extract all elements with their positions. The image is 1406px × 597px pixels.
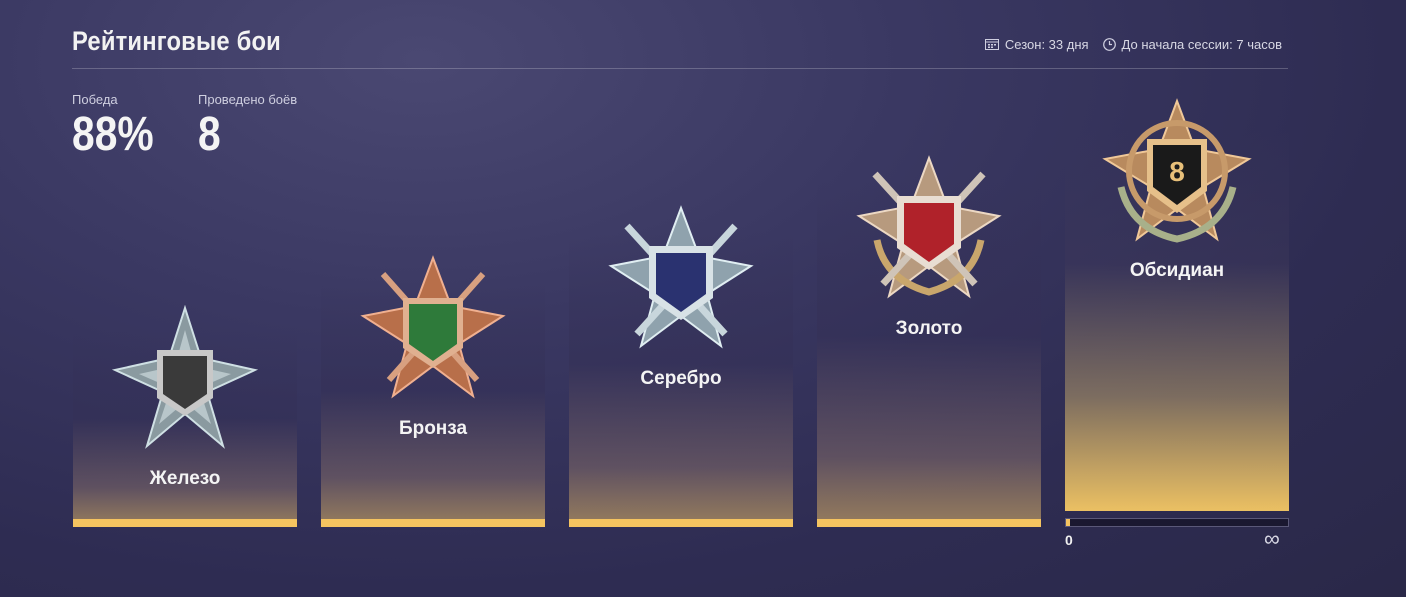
battles-value: 8 bbox=[198, 108, 221, 161]
league-progress-bar bbox=[73, 519, 297, 527]
league-name: Золото bbox=[895, 318, 963, 339]
clock-icon bbox=[1102, 38, 1116, 51]
obsidian-league-badge-icon: 8 bbox=[1102, 98, 1252, 243]
league-card-bronze[interactable]: Бронза bbox=[321, 255, 545, 527]
page-title: Рейтинговые бои bbox=[72, 26, 281, 56]
calendar-icon bbox=[984, 39, 999, 50]
title-divider bbox=[72, 68, 1288, 69]
league-progress-bar bbox=[569, 519, 793, 527]
bronze-league-badge-icon bbox=[360, 255, 506, 399]
progress-min-label: 0 bbox=[1065, 532, 1073, 548]
gold-league-badge-icon bbox=[856, 155, 1002, 299]
silver-league-badge-icon bbox=[608, 205, 754, 349]
league-name: Бронза bbox=[398, 418, 468, 439]
battles-label: Проведено боёв bbox=[198, 92, 298, 107]
league-name: Обсидиан bbox=[1129, 260, 1225, 281]
header-meta: Сезон: 33 дня До начала сессии: 7 часов bbox=[984, 37, 1282, 52]
obsidian-badge-number: 8 bbox=[1169, 156, 1185, 187]
league-name: Железо bbox=[149, 468, 221, 489]
league-card-silver[interactable]: Серебро bbox=[569, 205, 793, 527]
obsidian-progress-bar bbox=[1065, 518, 1289, 527]
league-name: Серебро bbox=[640, 368, 722, 389]
league-card-iron[interactable]: Железо bbox=[73, 305, 297, 527]
league-progress-bar bbox=[321, 519, 545, 527]
session-info: До начала сессии: 7 часов bbox=[1102, 37, 1282, 52]
iron-league-badge-icon bbox=[111, 305, 259, 449]
session-text: До начала сессии: 7 часов bbox=[1121, 37, 1282, 52]
league-progress-bar bbox=[817, 519, 1041, 527]
wins-label: Победа bbox=[72, 92, 118, 107]
league-card-obsidian[interactable]: 8 Обсидиан bbox=[1065, 98, 1289, 511]
battles-stat: Проведено боёв 8 bbox=[198, 92, 297, 161]
obsidian-progress-fill bbox=[1066, 519, 1071, 526]
season-info: Сезон: 33 дня bbox=[984, 37, 1089, 52]
league-card-gold[interactable]: Золото bbox=[817, 155, 1041, 527]
progress-max-label: ∞ bbox=[1264, 526, 1280, 551]
wins-value: 88% bbox=[72, 108, 154, 161]
wins-stat: Победа 88% bbox=[72, 92, 168, 161]
season-text: Сезон: 33 дня bbox=[1004, 37, 1089, 52]
